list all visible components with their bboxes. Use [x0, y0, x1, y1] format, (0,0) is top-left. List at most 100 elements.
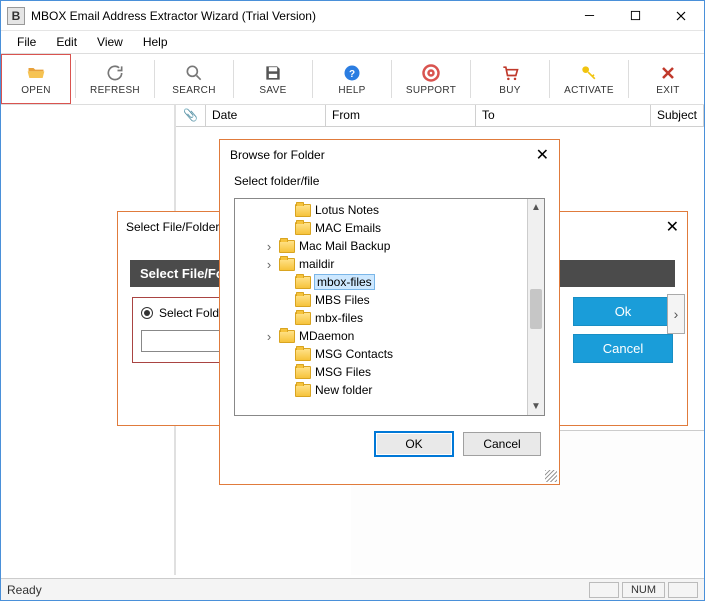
folder-icon [295, 366, 311, 379]
menubar: File Edit View Help [1, 31, 704, 53]
tree-item[interactable]: MBS Files [235, 291, 527, 309]
tree-item-label: MDaemon [299, 329, 354, 343]
scroll-up-button[interactable]: ▲ [528, 199, 544, 216]
maximize-button[interactable] [612, 1, 658, 31]
menu-file[interactable]: File [7, 33, 46, 51]
to-column[interactable]: To [476, 105, 651, 126]
tree-item-label: mbox-files [315, 275, 374, 289]
save-button[interactable]: SAVE [238, 54, 308, 104]
exit-icon [658, 63, 678, 83]
status-box-3 [668, 582, 698, 598]
select-dialog-title: Select File/Folder [126, 220, 219, 234]
browse-dialog-close-button[interactable]: ✕ [536, 145, 549, 165]
tree-item-label: mbx-files [315, 311, 363, 325]
date-column[interactable]: Date [206, 105, 326, 126]
tree-item-label: New folder [315, 383, 372, 397]
support-icon [421, 63, 441, 83]
status-box-1 [589, 582, 619, 598]
select-dialog-close-button[interactable]: ✕ [666, 217, 679, 237]
activate-label: ACTIVATE [564, 85, 614, 96]
refresh-icon [105, 63, 125, 83]
tree-item[interactable]: MSG Contacts [235, 345, 527, 363]
tree-item-label: maildir [299, 257, 334, 271]
folder-icon [295, 384, 311, 397]
folder-icon [295, 276, 311, 289]
buy-button[interactable]: BUY [475, 54, 545, 104]
folder-icon [279, 240, 295, 253]
tree-item-label: MBS Files [315, 293, 370, 307]
tree-item[interactable]: maildir [235, 255, 527, 273]
folder-open-icon [26, 63, 46, 83]
toolbar: OPEN REFRESH SEARCH SAVE ? HELP SUPPORT … [1, 53, 704, 105]
statusbar: Ready NUM [1, 578, 704, 600]
tree-item-label: Mac Mail Backup [299, 239, 390, 253]
close-button[interactable] [658, 1, 704, 31]
tree-item-label: Lotus Notes [315, 203, 379, 217]
resize-grip[interactable] [545, 470, 557, 482]
scroll-down-button[interactable]: ▼ [528, 398, 544, 415]
subject-column[interactable]: Subject [651, 105, 704, 126]
help-icon: ? [342, 63, 362, 83]
tree-item[interactable]: New folder [235, 381, 527, 399]
save-label: SAVE [259, 85, 286, 96]
select-dialog-ok-button[interactable]: Ok [573, 297, 673, 326]
search-button[interactable]: SEARCH [159, 54, 229, 104]
cart-icon [500, 63, 520, 83]
tree-item-label: MAC Emails [315, 221, 381, 235]
tree-scrollbar[interactable]: ▲ ▼ [527, 199, 544, 415]
chevron-right-icon [263, 257, 275, 272]
activate-button[interactable]: ACTIVATE [554, 54, 624, 104]
exit-label: EXIT [656, 85, 679, 96]
help-label: HELP [338, 85, 365, 96]
folder-tree: Lotus Notes MAC Emails Mac Mail Backup mail… [234, 198, 545, 416]
column-headers: 📎 Date From To Subject [176, 105, 704, 127]
folder-icon [295, 204, 311, 217]
browse-cancel-button[interactable]: Cancel [463, 432, 541, 456]
menu-edit[interactable]: Edit [46, 33, 87, 51]
menu-help[interactable]: Help [133, 33, 178, 51]
support-button[interactable]: SUPPORT [396, 54, 466, 104]
tree-item[interactable]: Mac Mail Backup [235, 237, 527, 255]
paperclip-icon: 📎 [183, 108, 198, 122]
chevron-right-icon [263, 239, 275, 254]
folder-icon [279, 330, 295, 343]
folder-icon [295, 222, 311, 235]
scroll-thumb[interactable] [530, 289, 542, 329]
menu-view[interactable]: View [87, 33, 133, 51]
attachment-column[interactable]: 📎 [176, 105, 206, 126]
folder-icon [279, 258, 295, 271]
tree-item[interactable]: MSG Files [235, 363, 527, 381]
tree-item-label: MSG Contacts [315, 347, 393, 361]
folder-icon [295, 348, 311, 361]
radio-dot-icon [141, 307, 153, 319]
svg-text:?: ? [349, 69, 355, 80]
tree-item[interactable]: Lotus Notes [235, 201, 527, 219]
key-icon [579, 63, 599, 83]
exit-button[interactable]: EXIT [633, 54, 703, 104]
tree-item[interactable]: mbox-files [235, 273, 527, 291]
tree-item[interactable]: MAC Emails [235, 219, 527, 237]
refresh-button[interactable]: REFRESH [80, 54, 150, 104]
search-icon [184, 63, 204, 83]
titlebar: B MBOX Email Address Extractor Wizard (T… [1, 1, 704, 31]
search-label: SEARCH [172, 85, 215, 96]
open-button[interactable]: OPEN [1, 54, 71, 104]
refresh-label: REFRESH [90, 85, 140, 96]
open-label: OPEN [21, 85, 51, 96]
support-label: SUPPORT [406, 85, 456, 96]
tree-item[interactable]: mbx-files [235, 309, 527, 327]
window-title: MBOX Email Address Extractor Wizard (Tri… [31, 9, 566, 23]
help-button[interactable]: ? HELP [317, 54, 387, 104]
expand-right-button[interactable]: › [667, 294, 685, 334]
tree-item-label: MSG Files [315, 365, 371, 379]
app-icon: B [7, 7, 25, 25]
browse-dialog-title: Browse for Folder [230, 148, 325, 162]
minimize-button[interactable] [566, 1, 612, 31]
tree-item[interactable]: MDaemon [235, 327, 527, 345]
select-dialog-cancel-button[interactable]: Cancel [573, 334, 673, 363]
status-text: Ready [7, 583, 42, 597]
status-num: NUM [622, 582, 665, 598]
browse-ok-button[interactable]: OK [375, 432, 453, 456]
from-column[interactable]: From [326, 105, 476, 126]
folder-icon [295, 312, 311, 325]
